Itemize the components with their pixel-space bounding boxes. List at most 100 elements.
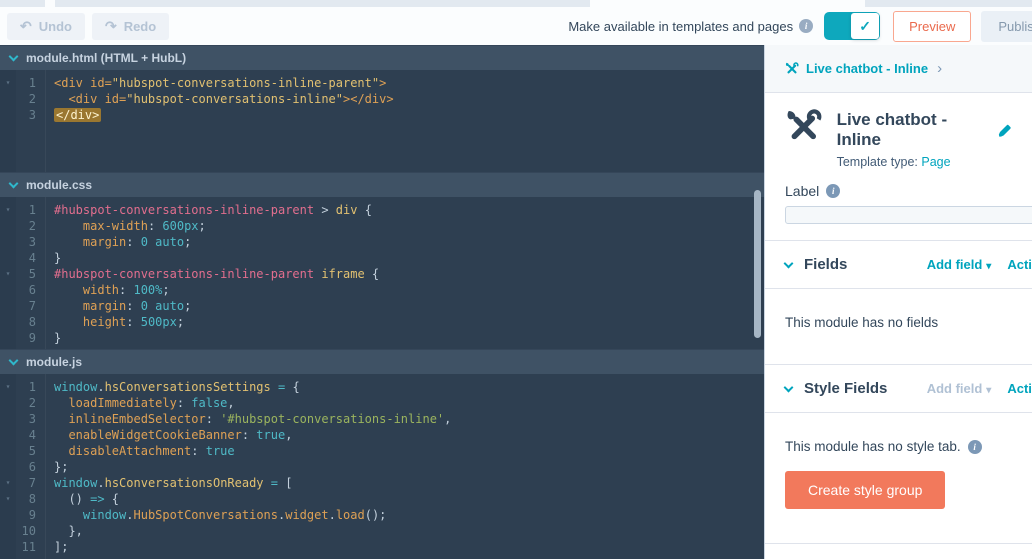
fold-toggle-icon[interactable]: ▾ <box>0 75 16 91</box>
code-line[interactable]: ▾ 8 () => { <box>0 491 764 507</box>
editor-header-module-js[interactable]: module.js <box>0 349 764 374</box>
code-text[interactable]: margin: 0 auto; <box>45 234 191 250</box>
publish-button[interactable]: Publish <box>981 10 1032 42</box>
info-icon[interactable]: i <box>967 439 982 454</box>
editor-options-section-header: Editor options <box>765 543 1032 559</box>
code-line[interactable]: 2 <div id="hubspot-conversations-inline"… <box>0 91 764 107</box>
code-text[interactable]: window.hsConversationsSettings = { <box>45 379 300 395</box>
code-line[interactable]: 6}; <box>0 459 764 475</box>
fold-toggle-icon[interactable]: ▾ <box>0 266 16 282</box>
code-text[interactable]: width: 100%; <box>45 282 170 298</box>
module-tools-icon <box>787 109 822 140</box>
code-line[interactable]: 8 height: 500px; <box>0 314 764 330</box>
make-available-toggle[interactable]: ✓ <box>825 13 880 39</box>
chrome-fragment <box>55 0 190 7</box>
chevron-down-icon[interactable] <box>783 382 794 392</box>
code-text[interactable]: window.HubSpotConversations.widget.load(… <box>45 507 387 523</box>
fold-toggle-icon[interactable]: ▾ <box>0 491 16 507</box>
module-tools-icon <box>785 62 799 74</box>
chevron-down-icon[interactable] <box>783 258 794 268</box>
undo-button[interactable]: ↶ Undo <box>7 12 85 40</box>
chrome-fragment <box>865 0 1032 7</box>
redo-icon: ↷ <box>104 18 117 34</box>
fold-gutter <box>0 234 16 250</box>
template-type-link[interactable]: Page <box>921 155 950 169</box>
code-text[interactable]: max-width: 600px; <box>45 218 206 234</box>
code-line[interactable]: 3 inlineEmbedSelector: '#hubspot-convers… <box>0 411 764 427</box>
editor-title: module.css <box>26 178 93 192</box>
editor-header-module-css[interactable]: module.css <box>0 172 764 197</box>
editor-title: module.html (HTML + HubL) <box>26 51 187 65</box>
add-style-field-dropdown-disabled[interactable]: Add field ▾ <box>927 381 992 396</box>
code-line[interactable]: 5 disableAttachment: true <box>0 443 764 459</box>
label-input[interactable] <box>785 206 1032 224</box>
code-text[interactable]: inlineEmbedSelector: '#hubspot-conversat… <box>45 411 451 427</box>
code-line[interactable]: 9} <box>0 330 764 346</box>
create-style-group-button[interactable]: Create style group <box>785 471 946 509</box>
code-text[interactable]: ]; <box>45 539 68 555</box>
fold-toggle-icon[interactable]: ▾ <box>0 202 16 218</box>
code-line[interactable]: 2 loadImmediately: false, <box>0 395 764 411</box>
code-text[interactable]: } <box>45 250 61 266</box>
code-text[interactable]: <div id="hubspot-conversations-inline"><… <box>45 91 393 107</box>
fold-toggle-icon[interactable]: ▾ <box>0 379 16 395</box>
fields-actions-link[interactable]: Actions <box>1007 257 1032 272</box>
code-text[interactable]: } <box>45 330 61 346</box>
preview-button[interactable]: Preview <box>893 10 972 42</box>
code-line[interactable]: 6 width: 100%; <box>0 282 764 298</box>
code-editor-html[interactable]: ▾ 1 <div id="hubspot-conversations-inline-… <box>0 70 764 172</box>
style-fields-actions-link[interactable]: Actions <box>1007 381 1032 396</box>
code-text[interactable]: disableAttachment: true <box>45 443 234 459</box>
line-number: 2 <box>28 92 36 106</box>
editor-header-module-html[interactable]: module.html (HTML + HubL) <box>0 45 764 70</box>
fold-gutter <box>0 539 16 555</box>
fold-gutter <box>0 459 16 475</box>
code-text[interactable]: margin: 0 auto; <box>45 298 191 314</box>
line-number: 2 <box>28 219 36 233</box>
code-text[interactable]: </div> <box>45 107 102 123</box>
line-number: 2 <box>28 396 36 410</box>
fold-gutter <box>0 282 16 298</box>
fields-empty-text: This module has no fields <box>785 315 939 330</box>
chevron-down-icon[interactable] <box>8 355 19 365</box>
breadcrumb-module-link[interactable]: Live chatbot - Inline <box>806 61 928 76</box>
info-icon[interactable]: i <box>826 184 841 198</box>
add-field-dropdown[interactable]: Add field ▾ <box>927 257 992 272</box>
fold-toggle-icon[interactable]: ▾ <box>0 475 16 491</box>
code-text[interactable]: }; <box>45 459 68 475</box>
code-text[interactable]: #hubspot-conversations-inline-parent > d… <box>45 202 372 218</box>
code-text[interactable]: height: 500px; <box>45 314 184 330</box>
fold-gutter <box>0 411 16 427</box>
code-line[interactable]: 4 enableWidgetCookieBanner: true, <box>0 427 764 443</box>
code-line[interactable]: 3 margin: 0 auto; <box>0 234 764 250</box>
code-text[interactable]: #hubspot-conversations-inline-parent ifr… <box>45 266 379 282</box>
code-editor-css[interactable]: ▾ 1 #hubspot-conversations-inline-parent >… <box>0 197 764 349</box>
code-line[interactable]: 4} <box>0 250 764 266</box>
info-icon[interactable]: i <box>799 19 814 33</box>
code-line[interactable]: 7 margin: 0 auto; <box>0 298 764 314</box>
code-text[interactable]: }, <box>45 523 82 539</box>
code-text[interactable]: <div id="hubspot-conversations-inline-pa… <box>45 75 386 91</box>
code-line[interactable]: ▾ 1 window.hsConversationsSettings = { <box>0 379 764 395</box>
check-icon: ✓ <box>859 17 871 34</box>
code-text[interactable]: loadImmediately: false, <box>45 395 234 411</box>
code-text[interactable]: enableWidgetCookieBanner: true, <box>45 427 292 443</box>
code-line[interactable]: 11]; <box>0 539 764 555</box>
code-line[interactable]: ▾ 1 <div id="hubspot-conversations-inline-… <box>0 75 764 91</box>
chevron-down-icon[interactable] <box>8 178 19 188</box>
chevron-down-icon[interactable] <box>8 51 19 61</box>
edit-pencil-icon[interactable] <box>998 123 1012 138</box>
code-editor-js[interactable]: ▾ 1 window.hsConversationsSettings = {2 lo… <box>0 374 764 559</box>
code-line[interactable]: 3 </div> <box>0 107 764 123</box>
code-line[interactable]: ▾ 5 #hubspot-conversations-inline-parent i… <box>0 266 764 282</box>
code-text[interactable]: () => { <box>45 491 119 507</box>
code-line[interactable]: ▾ 7 window.hsConversationsOnReady = [ <box>0 475 764 491</box>
line-number: 4 <box>28 251 36 265</box>
chevron-right-icon: › <box>937 60 943 77</box>
code-line[interactable]: ▾ 1 #hubspot-conversations-inline-parent >… <box>0 202 764 218</box>
code-text[interactable]: window.hsConversationsOnReady = [ <box>45 475 292 491</box>
redo-button[interactable]: ↷ Redo <box>91 12 170 40</box>
code-line[interactable]: 10 }, <box>0 523 764 539</box>
code-line[interactable]: 2 max-width: 600px; <box>0 218 764 234</box>
code-line[interactable]: 9 window.HubSpotConversations.widget.loa… <box>0 507 764 523</box>
